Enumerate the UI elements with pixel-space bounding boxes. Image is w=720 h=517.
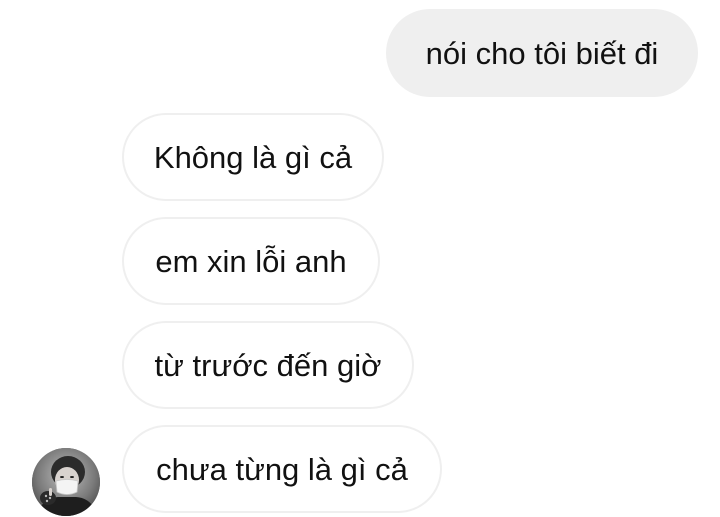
avatar-photo-icon: [32, 448, 100, 516]
contact-avatar-icon[interactable]: [32, 448, 100, 516]
chat-thread: nói cho tôi biết đi Không là gì cả em xi…: [0, 0, 720, 517]
received-message-bubble[interactable]: Không là gì cả: [122, 113, 384, 201]
received-message-bubble[interactable]: em xin lỗi anh: [122, 217, 380, 305]
received-message-bubble[interactable]: từ trước đến giờ: [122, 321, 414, 409]
received-message-bubble[interactable]: chưa từng là gì cả: [122, 425, 442, 513]
sent-message-bubble[interactable]: nói cho tôi biết đi: [386, 9, 698, 97]
